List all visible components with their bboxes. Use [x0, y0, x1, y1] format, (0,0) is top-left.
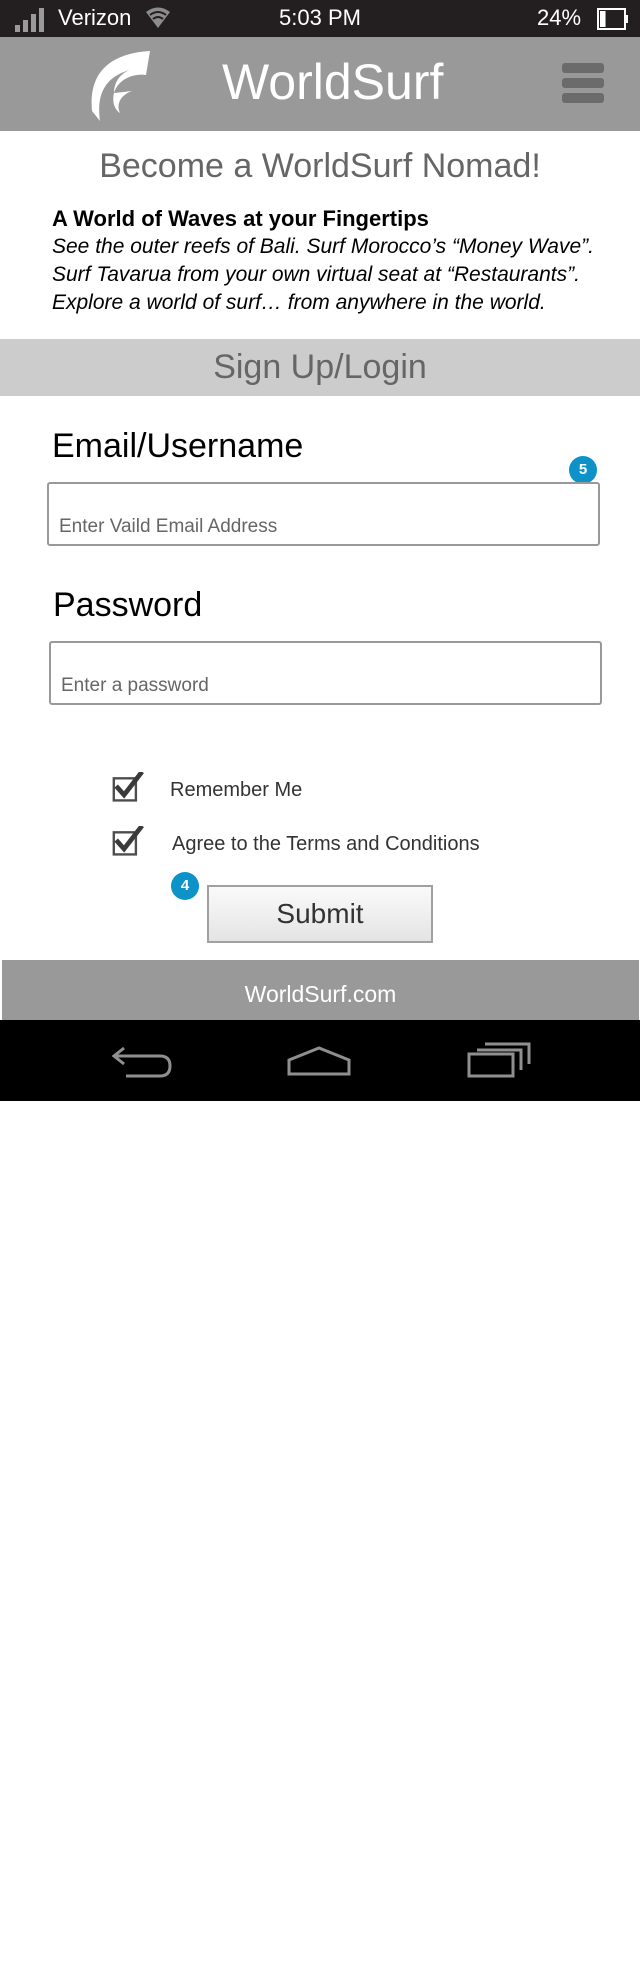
annotation-badge: 4: [171, 872, 199, 900]
status-bar: Verizon 5:03 PM 24%: [0, 0, 640, 37]
app-title: WorldSurf: [222, 54, 444, 110]
terms-label: Agree to the Terms and Conditions: [172, 833, 480, 855]
password-label: Password: [53, 586, 203, 624]
remember-me-label: Remember Me: [170, 779, 303, 801]
app-header: WorldSurf: [0, 37, 640, 131]
wave-logo-icon[interactable]: [84, 49, 150, 121]
intro-line: See the outer reefs of Bali. Surf Morocc…: [52, 235, 594, 258]
password-input[interactable]: [49, 641, 602, 705]
signup-login-bar: Sign Up/Login: [0, 339, 640, 396]
submit-button[interactable]: Submit: [207, 885, 433, 943]
screen: Verizon 5:03 PM 24% WorldSurf Become a W…: [0, 0, 640, 1979]
recent-apps-icon[interactable]: [467, 1040, 531, 1080]
remember-me-checkbox[interactable]: [112, 772, 144, 802]
intro-title: A World of Waves at your Fingertips: [52, 206, 429, 231]
email-input[interactable]: [47, 482, 600, 546]
footer-link[interactable]: WorldSurf.com: [2, 960, 639, 1028]
annotation-badge: 5: [569, 456, 597, 484]
home-icon[interactable]: [287, 1040, 351, 1080]
system-nav-bar: [0, 1020, 640, 1101]
intro-line: Surf Tavarua from your own virtual seat …: [52, 263, 580, 286]
terms-checkbox[interactable]: [112, 826, 144, 856]
battery-icon: [597, 8, 628, 30]
page-headline: Become a WorldSurf Nomad!: [99, 147, 541, 185]
email-label: Email/Username: [52, 427, 304, 465]
hamburger-menu-icon[interactable]: [562, 63, 604, 105]
battery-percentage: 24%: [537, 5, 582, 30]
footer: WorldSurf.com: [2, 960, 639, 1020]
section-title: Sign Up/Login: [213, 348, 427, 386]
intro-line: Explore a world of surf… from anywhere i…: [52, 291, 546, 314]
back-icon[interactable]: [110, 1040, 174, 1080]
